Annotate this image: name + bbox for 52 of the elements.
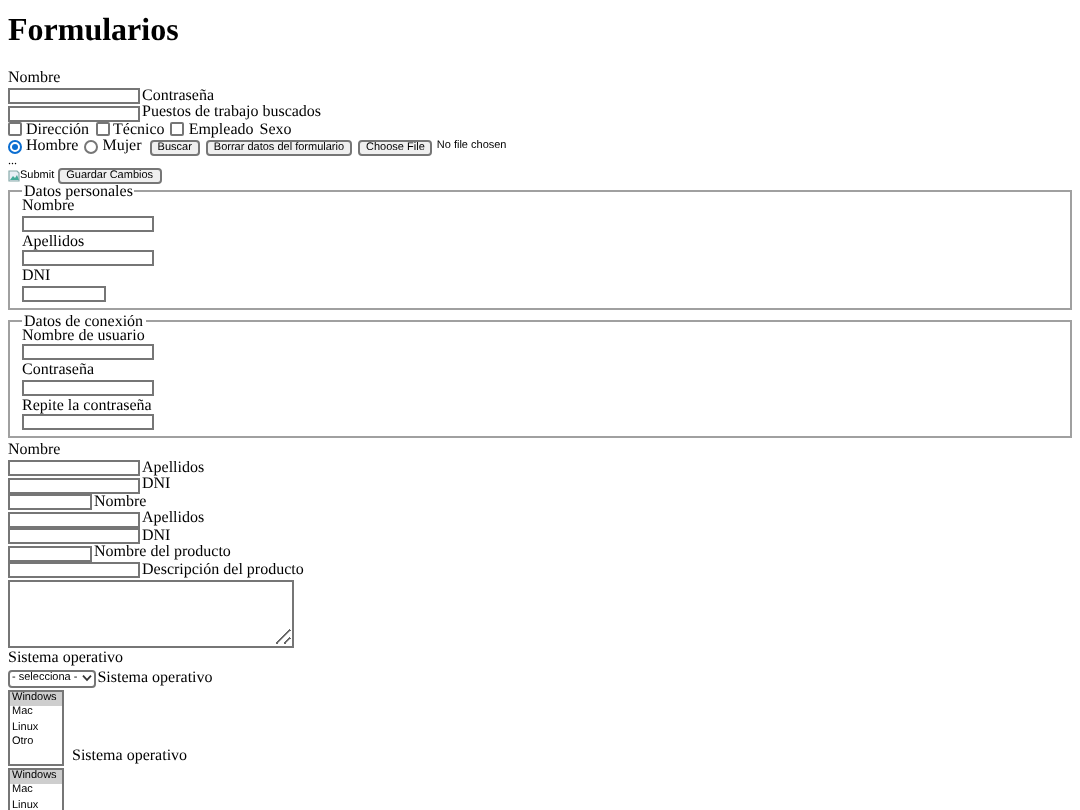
radio-label: Mujer <box>102 138 142 155</box>
text-input[interactable] <box>8 562 140 578</box>
broken-image-icon <box>8 169 20 182</box>
field-label: Nombre del producto <box>94 544 231 561</box>
text-input[interactable] <box>8 88 140 104</box>
text-input[interactable] <box>22 215 154 231</box>
checkbox-label: Empleado <box>188 121 254 138</box>
checkbox-label: Dirección <box>26 121 90 138</box>
checkbox[interactable] <box>95 122 110 137</box>
field-label: Sexo <box>259 121 292 138</box>
field-label: Apellidos <box>22 233 87 250</box>
text-input[interactable] <box>22 344 154 360</box>
radio-button[interactable] <box>8 139 22 154</box>
field-label: Nombre <box>94 493 147 510</box>
field-label: DNI <box>142 476 171 493</box>
field-label: Nombre <box>8 442 61 459</box>
field-label: Puestos de trabajo buscados <box>142 104 322 121</box>
checkbox-label: Técnico <box>113 121 165 138</box>
text-input[interactable] <box>8 545 92 561</box>
field-label: Apellidos <box>142 459 205 476</box>
text-input[interactable] <box>22 379 154 395</box>
page-title: Formularios <box>8 14 181 50</box>
field-label: Apellidos <box>142 510 205 527</box>
field-label: Descripción del producto <box>142 561 304 578</box>
checkbox[interactable] <box>170 122 185 137</box>
text-input[interactable] <box>8 460 140 476</box>
text-input[interactable] <box>8 477 140 493</box>
text-input[interactable] <box>8 511 140 527</box>
fieldset-legend: Datos personales <box>22 184 135 198</box>
checkbox[interactable] <box>8 122 22 137</box>
field-label: Nombre <box>8 70 61 87</box>
field-label: Repite la contraseña <box>22 397 154 414</box>
text-input[interactable] <box>8 528 140 544</box>
field-label: DNI <box>142 527 171 544</box>
text-area[interactable] <box>8 580 294 648</box>
field-label: DNI <box>22 268 53 285</box>
caret-icon <box>81 674 92 682</box>
field-label: Nombre de usuario <box>22 327 147 344</box>
radio-button[interactable] <box>84 139 99 154</box>
text-input[interactable] <box>22 414 154 430</box>
field-label: Sistema operativo <box>97 670 213 687</box>
text-input[interactable] <box>8 105 140 121</box>
field-label: Sistema operativo <box>72 748 188 765</box>
field-label: Contraseña <box>22 362 96 379</box>
text-input[interactable] <box>8 494 92 510</box>
field-label: Contraseña <box>142 87 214 104</box>
text-input[interactable] <box>22 285 106 301</box>
text-input[interactable] <box>22 250 154 266</box>
fieldset-legend: Datos de conexión <box>22 313 146 327</box>
field-label: Sistema operativo <box>8 650 124 667</box>
field-label: Nombre <box>22 198 75 215</box>
radio-label: Hombre <box>26 138 79 155</box>
